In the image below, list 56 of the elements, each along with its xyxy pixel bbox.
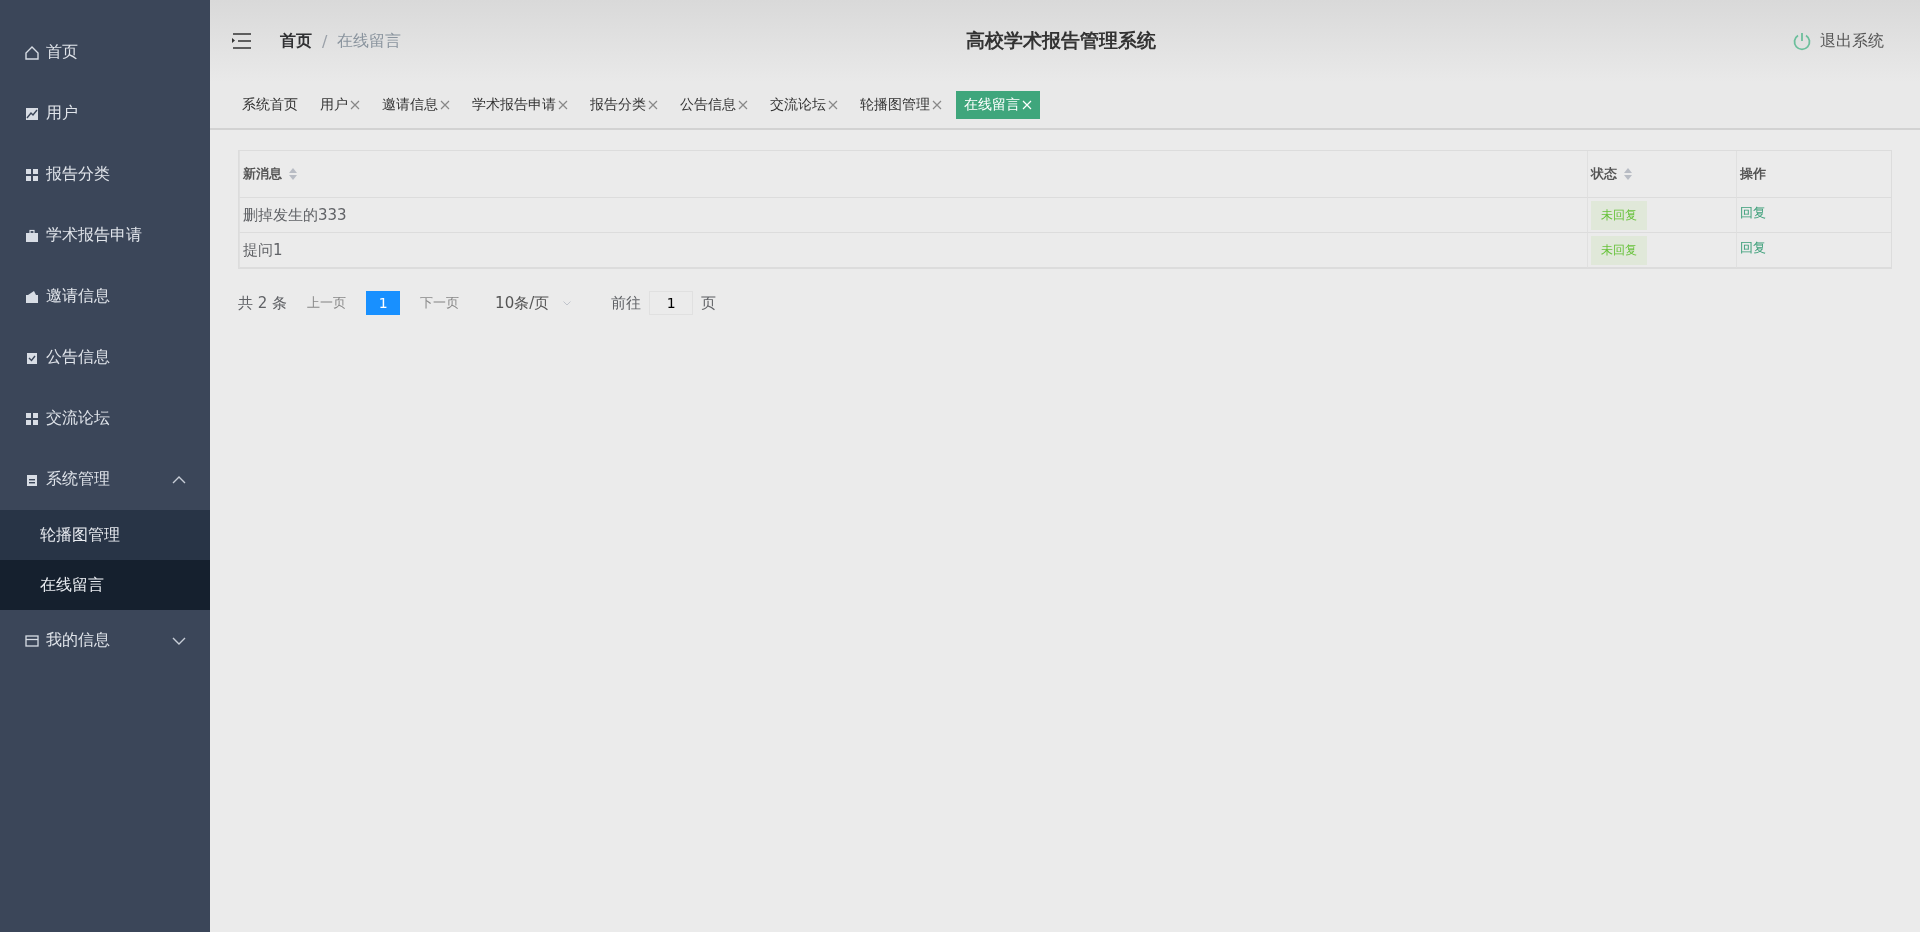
sidebar-item[interactable]: 交流论坛: [0, 388, 210, 449]
wallet-icon: [24, 288, 40, 305]
sidebar-item[interactable]: 邀请信息: [0, 266, 210, 327]
page-tab[interactable]: 交流论坛: [762, 91, 846, 119]
breadcrumb-item[interactable]: 首页: [280, 30, 312, 52]
close-icon[interactable]: [648, 100, 658, 110]
close-icon[interactable]: [558, 100, 568, 110]
goto-page-input[interactable]: 1: [649, 291, 694, 315]
sidebar-item[interactable]: 我的信息: [0, 610, 210, 671]
card-icon: [24, 632, 40, 649]
column-title: 新消息: [243, 165, 282, 183]
system-title: 高校学术报告管理系统: [966, 28, 1156, 53]
sidebar-item[interactable]: 用户: [0, 83, 210, 144]
sidebar-subitem[interactable]: 在线留言: [0, 560, 210, 610]
sort-icon[interactable]: [288, 168, 298, 180]
close-icon[interactable]: [350, 100, 360, 110]
sidebar-item[interactable]: 报告分类: [0, 144, 210, 205]
page-tab[interactable]: 邀请信息: [374, 91, 458, 119]
page-tab[interactable]: 报告分类: [582, 91, 666, 119]
page-tab[interactable]: 用户: [312, 91, 368, 119]
page-size-select[interactable]: 10条/页: [495, 293, 572, 313]
total-count: 共 2 条: [238, 293, 288, 313]
sidebar-item[interactable]: 首页: [0, 22, 210, 83]
page-tab[interactable]: 公告信息: [672, 91, 756, 119]
breadcrumb-separator: /: [322, 31, 328, 51]
logout-button[interactable]: 退出系统: [1786, 29, 1890, 53]
column-title: 操作: [1740, 165, 1766, 183]
page-tab[interactable]: 轮播图管理: [852, 91, 950, 119]
close-icon[interactable]: [440, 100, 450, 110]
home-icon: [24, 44, 40, 61]
message-cell: 提问1: [239, 233, 1587, 268]
sidebar-item[interactable]: 系统管理: [0, 449, 210, 510]
goto-label: 前往: [611, 293, 642, 313]
power-icon: [1792, 31, 1812, 51]
page-tab[interactable]: 学术报告申请: [464, 91, 576, 119]
close-icon[interactable]: [828, 100, 838, 110]
page-tab[interactable]: 系统首页: [234, 91, 306, 119]
chevron-up-icon: [172, 475, 186, 484]
close-icon[interactable]: [738, 100, 748, 110]
message-cell: 删掉发生的333: [239, 198, 1587, 233]
status-tag: 未回复: [1591, 200, 1647, 230]
sidebar-item[interactable]: 公告信息: [0, 327, 210, 388]
sidebar-item[interactable]: 学术报告申请: [0, 205, 210, 266]
grid-icon: [24, 166, 40, 183]
sidebar-subitem[interactable]: 轮播图管理: [0, 510, 210, 560]
status-tag: 未回复: [1591, 235, 1647, 265]
chart-icon: [24, 105, 40, 122]
goto-suffix: 页: [701, 293, 717, 313]
grid-icon: [24, 410, 40, 427]
column-title: 状态: [1591, 165, 1617, 183]
briefcase-icon: [24, 227, 40, 244]
close-icon[interactable]: [932, 100, 942, 110]
chevron-down-icon: [172, 636, 186, 645]
sort-icon[interactable]: [1623, 168, 1633, 180]
menu-toggle-icon[interactable]: [232, 33, 252, 49]
chevron-down-icon: [563, 300, 572, 306]
